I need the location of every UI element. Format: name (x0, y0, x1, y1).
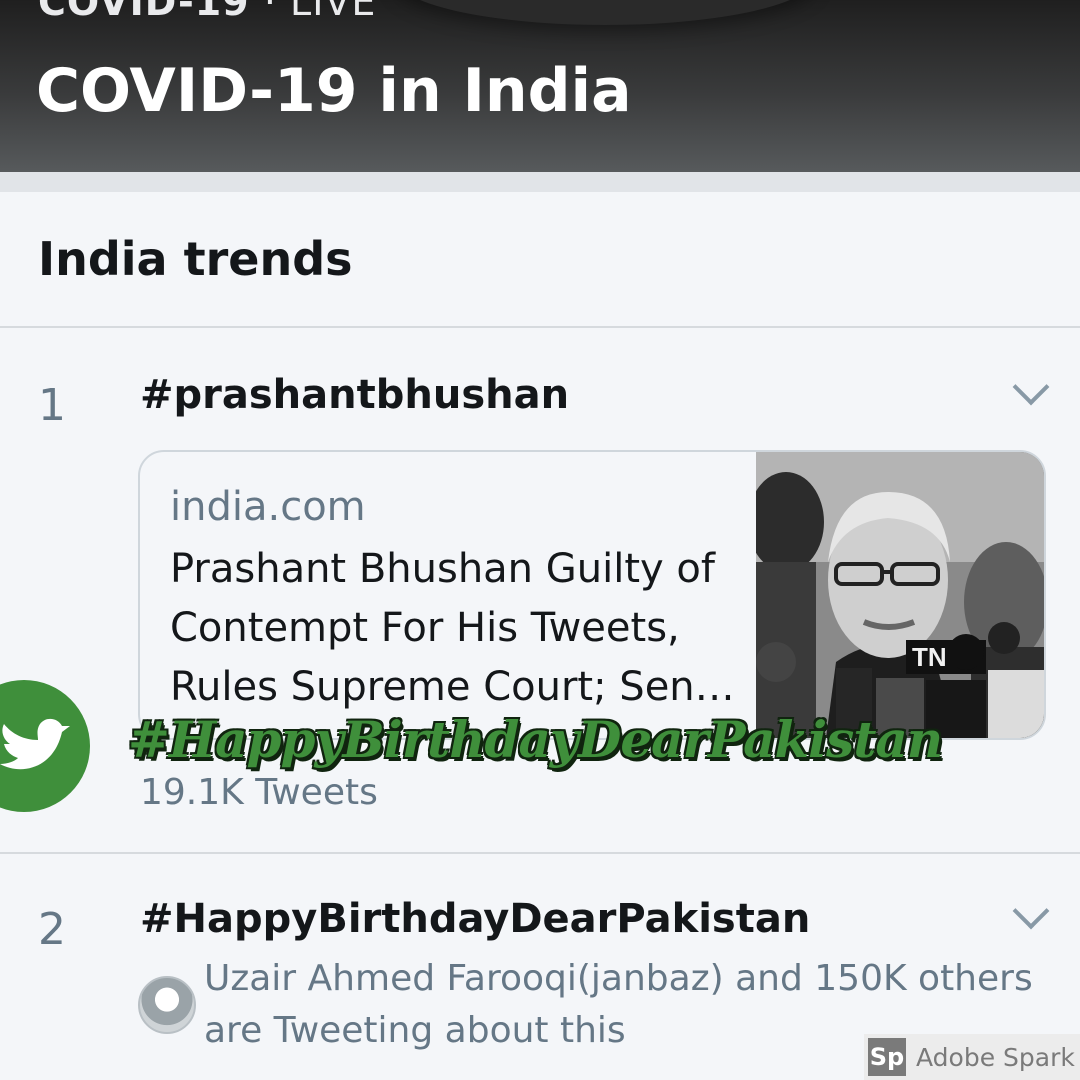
kicker-separator: · (263, 0, 277, 24)
trend-hashtag[interactable]: #prashantbhushan (140, 372, 569, 418)
news-card[interactable]: india.com Prashant Bhushan Guilty of Con… (138, 450, 1046, 740)
news-thumbnail: TN (756, 452, 1044, 738)
divider (0, 852, 1080, 854)
news-headline-line: Contempt For His Tweets, (170, 605, 680, 651)
kicker-topic: COVID-19 (38, 0, 250, 24)
explore-header[interactable]: COVID-19 · LIVE COVID-19 in India (0, 0, 1080, 172)
trend-rank: 2 (38, 904, 66, 955)
chevron-down-icon[interactable] (1012, 892, 1050, 930)
adobe-spark-watermark: Sp Adobe Spark (864, 1034, 1080, 1080)
divider (0, 326, 1080, 328)
trend-rank: 1 (38, 380, 66, 431)
chevron-down-icon[interactable] (1012, 368, 1050, 406)
section-separator (0, 172, 1080, 192)
header-title[interactable]: COVID-19 in India (36, 56, 632, 126)
adobe-spark-label: Adobe Spark (916, 1042, 1075, 1072)
trend-hashtag[interactable]: #HappyBirthdayDearPakistan (140, 896, 810, 942)
section-title: India trends (38, 232, 353, 286)
overlay-hashtag: #HappyBirthdayDearPakistan (128, 710, 943, 769)
header-kicker: COVID-19 · LIVE (38, 0, 376, 24)
kicker-status: LIVE (290, 0, 377, 24)
news-headline-line: Rules Supreme Court; Sen… (170, 664, 735, 710)
trend-social-context: Uzair Ahmed Farooqi(janbaz) and 150K oth… (204, 958, 1033, 999)
trend-social-context: are Tweeting about this (204, 1010, 626, 1051)
news-source: india.com (170, 484, 366, 530)
twitter-bird-icon (0, 718, 70, 770)
svg-text:TN: TN (912, 642, 947, 672)
adobe-spark-logo: Sp (868, 1038, 906, 1076)
news-headline-line: Prashant Bhushan Guilty of (170, 546, 715, 592)
header-background-image (395, 0, 815, 25)
trend-tweet-count: 19.1K Tweets (140, 772, 378, 813)
twitter-badge (0, 680, 90, 812)
news-photo-illustration: TN (756, 452, 1044, 738)
avatar[interactable] (138, 976, 196, 1034)
